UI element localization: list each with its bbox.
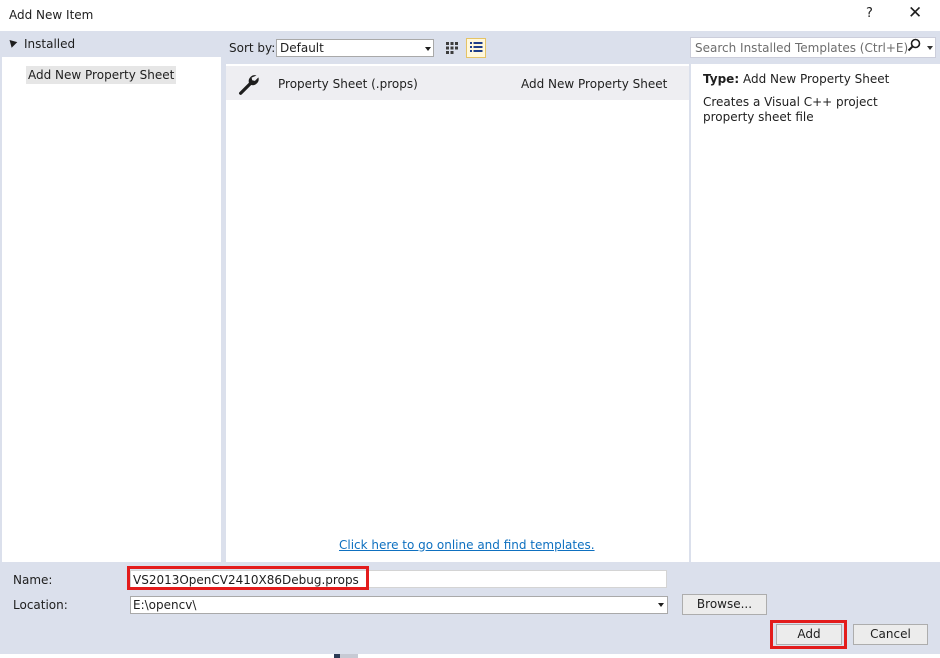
template-category: Add New Property Sheet <box>521 77 668 91</box>
list-view-icon[interactable] <box>466 38 486 58</box>
close-button[interactable]: ✕ <box>908 3 922 23</box>
bottom-edge-mark <box>340 654 358 658</box>
type-label: Type: <box>703 72 740 86</box>
search-icon[interactable] <box>907 38 921 56</box>
small-icons-view-icon[interactable] <box>442 38 462 58</box>
location-dropdown-arrow-icon[interactable] <box>658 603 664 607</box>
window-title: Add New Item <box>9 8 94 22</box>
add-highlight-box <box>770 620 847 649</box>
search-options-arrow-icon[interactable] <box>927 46 933 50</box>
dropdown-arrow-icon[interactable] <box>425 47 431 51</box>
template-list-panel <box>226 64 689 562</box>
tree-header-label: Installed <box>24 37 76 51</box>
details-panel <box>691 64 940 562</box>
location-field[interactable] <box>130 596 668 614</box>
name-label: Name: <box>13 573 53 587</box>
wrench-icon <box>236 72 260 96</box>
find-templates-online-link[interactable]: Click here to go online and find templat… <box>339 538 595 552</box>
bottom-edge <box>0 654 940 658</box>
name-highlight-box <box>127 566 369 590</box>
browse-button[interactable]: Browse... <box>682 594 767 615</box>
sort-by-label: Sort by: <box>229 41 276 55</box>
template-description: Creates a Visual C++ project property sh… <box>703 95 878 124</box>
template-name: Property Sheet (.props) <box>278 77 418 91</box>
title-bar <box>0 0 940 31</box>
help-button[interactable]: ? <box>866 6 873 21</box>
location-label: Location: <box>13 598 68 612</box>
cancel-button[interactable]: Cancel <box>853 624 928 645</box>
sort-by-value: Default <box>280 41 324 55</box>
tree-item-property-sheet[interactable]: Add New Property Sheet <box>26 66 177 84</box>
type-value: Add New Property Sheet <box>743 72 890 86</box>
template-tree-panel <box>2 32 221 562</box>
search-placeholder: Search Installed Templates (Ctrl+E) <box>695 41 909 55</box>
location-field-value: E:\opencv\ <box>133 598 197 612</box>
